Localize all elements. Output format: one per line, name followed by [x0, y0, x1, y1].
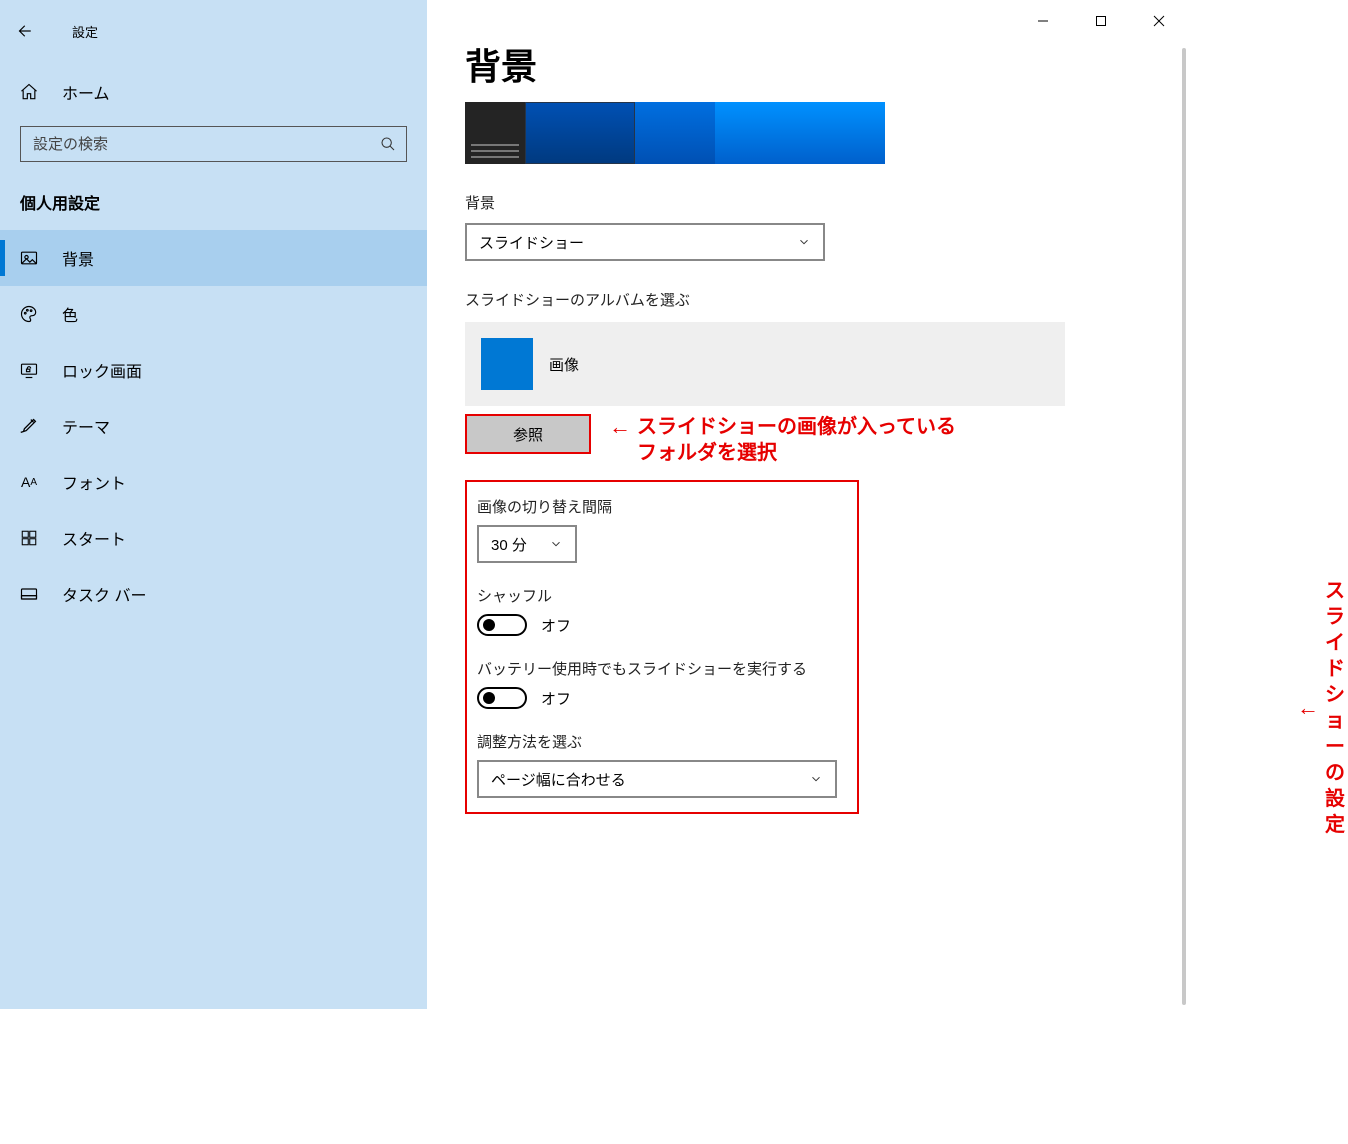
sidebar-item-label: ロック画面	[62, 358, 142, 382]
callout-settings-text: スライドショーの設定	[1325, 578, 1345, 838]
sidebar-category-title: 個人用設定	[0, 162, 427, 230]
sidebar-home[interactable]: ホーム	[0, 66, 427, 118]
app-title: 設定	[72, 22, 98, 41]
sidebar-item-taskbar[interactable]: タスク バー	[0, 566, 427, 622]
chevron-down-icon	[797, 235, 811, 249]
sidebar-home-label: ホーム	[62, 80, 110, 104]
battery-toggle[interactable]	[477, 687, 527, 709]
sidebar-nav: 背景 色 ロック画面 テーマ AA	[0, 230, 427, 622]
sidebar-item-label: タスク バー	[62, 582, 146, 606]
sidebar: 設定 ホーム 個人用設定 背景	[0, 0, 427, 1009]
sidebar-item-label: 背景	[62, 246, 94, 270]
album-select-label: スライドショーのアルバムを選ぶ	[465, 289, 1148, 310]
maximize-icon	[1095, 15, 1107, 27]
minimize-button[interactable]	[1014, 0, 1072, 42]
interval-value: 30 分	[491, 534, 527, 555]
page-title: 背景	[465, 38, 1148, 90]
background-preview	[465, 102, 885, 164]
sidebar-titlebar: 設定	[0, 10, 427, 52]
close-button[interactable]	[1130, 0, 1188, 42]
sidebar-item-fonts[interactable]: AA フォント	[0, 454, 427, 510]
fit-label: 調整方法を選ぶ	[477, 731, 847, 752]
shuffle-toggle[interactable]	[477, 614, 527, 636]
minimize-icon	[1037, 15, 1049, 27]
shuffle-label: シャッフル	[477, 585, 847, 606]
album-name: 画像	[549, 354, 579, 375]
brush-icon	[18, 415, 40, 437]
lockscreen-icon	[18, 360, 40, 380]
interval-label: 画像の切り替え間隔	[477, 496, 847, 517]
sidebar-item-label: スタート	[62, 526, 126, 550]
font-icon: AA	[18, 474, 40, 490]
battery-label: バッテリー使用時でもスライドショーを実行する	[477, 658, 847, 679]
sidebar-item-label: フォント	[62, 470, 126, 494]
scrollbar[interactable]	[1182, 48, 1186, 1005]
taskbar-icon	[18, 584, 40, 604]
arrow-left-icon: ←	[609, 414, 631, 440]
sidebar-item-label: テーマ	[62, 414, 110, 438]
album-thumbnail	[481, 338, 533, 390]
background-select[interactable]: スライドショー	[465, 223, 825, 261]
callout-settings: ← スライドショーの設定	[1297, 578, 1345, 838]
sidebar-item-label: 色	[62, 302, 78, 326]
shuffle-toggle-value: オフ	[541, 615, 571, 636]
chevron-down-icon	[809, 772, 823, 786]
start-icon	[18, 529, 40, 547]
album-panel[interactable]: 画像	[465, 322, 1065, 406]
sidebar-item-background[interactable]: 背景	[0, 230, 427, 286]
sidebar-item-colors[interactable]: 色	[0, 286, 427, 342]
slideshow-settings-box: 画像の切り替え間隔 30 分 シャッフル オフ バッテリー使用時でもスライドショ…	[465, 480, 859, 814]
search-box[interactable]	[20, 126, 407, 162]
home-icon	[18, 82, 40, 102]
sidebar-item-themes[interactable]: テーマ	[0, 398, 427, 454]
callout-browse-line1: スライドショーの画像が入っている	[637, 414, 956, 440]
palette-icon	[18, 304, 40, 324]
callout-browse: ← スライドショーの画像が入っている フォルダを選択	[609, 414, 956, 466]
battery-toggle-value: オフ	[541, 688, 571, 709]
sidebar-item-start[interactable]: スタート	[0, 510, 427, 566]
search-icon	[380, 136, 396, 152]
fit-select[interactable]: ページ幅に合わせる	[477, 760, 837, 798]
content: 背景 背景 スライドショー スライドショーのアルバムを選ぶ 画像	[427, 0, 1188, 1009]
back-button[interactable]	[0, 10, 48, 52]
interval-select[interactable]: 30 分	[477, 525, 577, 563]
fit-value: ページ幅に合わせる	[491, 769, 626, 790]
arrow-left-icon: ←	[1297, 695, 1319, 721]
arrow-left-icon	[15, 22, 33, 40]
background-select-value: スライドショー	[479, 232, 584, 253]
search-input[interactable]	[21, 127, 406, 161]
browse-button[interactable]: 参照	[465, 414, 591, 454]
close-icon	[1153, 15, 1165, 27]
background-select-label: 背景	[465, 192, 1148, 213]
sidebar-item-lockscreen[interactable]: ロック画面	[0, 342, 427, 398]
caption-buttons	[1014, 0, 1188, 42]
maximize-button[interactable]	[1072, 0, 1130, 42]
browse-button-label: 参照	[513, 424, 543, 445]
callout-browse-line2: フォルダを選択	[637, 440, 956, 466]
picture-icon	[18, 248, 40, 268]
chevron-down-icon	[549, 537, 563, 551]
